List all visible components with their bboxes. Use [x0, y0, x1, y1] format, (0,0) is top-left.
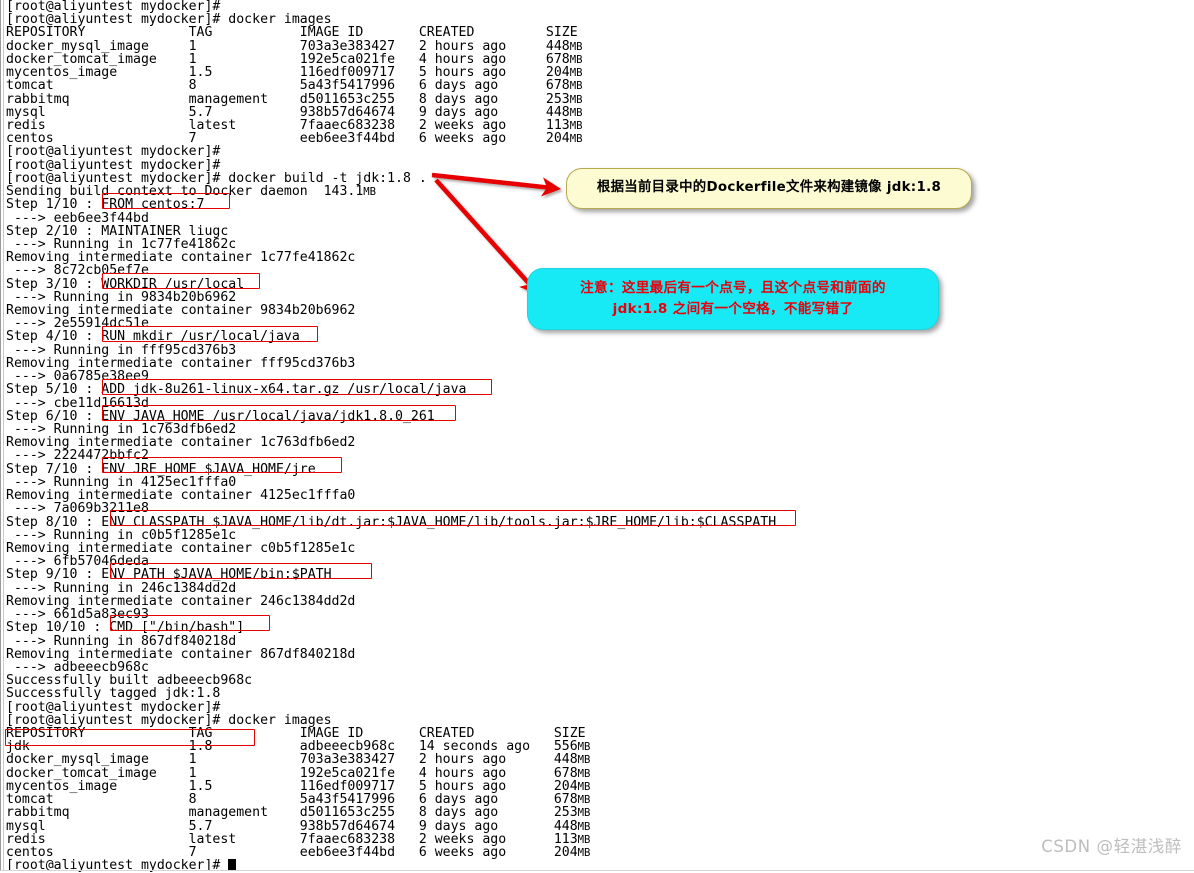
console-line: Step 9/10 : ENV PATH $JAVA_HOME/bin:$PAT… [6, 567, 332, 583]
window-left-edge [0, 0, 1, 871]
callout-dot-warning: 注意：这里最后有一个点号，且这个点号和前面的 jdk:1.8 之间有一个空格，不… [527, 268, 939, 330]
console-line: ---> Running in c0b5f1285e1c [6, 527, 237, 543]
console-line: Removing intermediate container 4125ec1f… [6, 488, 356, 504]
console-line: Step 8/10 : ENV CLASSPATH $JAVA_HOME/lib… [6, 514, 777, 530]
console-line: mysql 5.7 938b57d64674 9 days ago 448MB [6, 818, 591, 834]
console-line: Removing intermediate container fff95cd3… [6, 355, 356, 371]
console-line: docker_mysql_image 1 703a3e383427 2 hour… [6, 38, 583, 54]
console-line: Step 4/10 : RUN mkdir /usr/local/java [6, 329, 300, 345]
console-output: [root@aliyuntest mydocker]# [root@aliyunt… [6, 0, 1186, 872]
console-line: Step 2/10 : MAINTAINER liugc [6, 223, 229, 239]
console-line: Removing intermediate container 1c763dfb… [6, 435, 356, 451]
console-line: Step 10/10 : CMD ["/bin/bash"] [6, 620, 245, 636]
console-line: Step 7/10 : ENV JRE_HOME $JAVA_HOME/jre [6, 461, 316, 477]
terminal-window[interactable]: [root@aliyuntest mydocker]# [root@aliyunt… [0, 0, 1194, 872]
console-line: tomcat 8 5a43f5417996 6 days ago 678MB [6, 78, 583, 94]
console-line: ---> 2224472bbfc2 [6, 448, 149, 464]
console-line: rabbitmq management d5011653c255 8 days … [6, 91, 583, 107]
console-line: [root@aliyuntest mydocker]# [6, 144, 221, 160]
console-line: Removing intermediate container 867df840… [6, 646, 356, 662]
console-line: Step 5/10 : ADD jdk-8u261-linux-x64.tar.… [6, 382, 467, 398]
console-line: ---> Running in fff95cd376b3 [6, 342, 237, 358]
console-line: Successfully tagged jdk:1.8 [6, 686, 221, 702]
console-line: Removing intermediate container c0b5f128… [6, 540, 356, 556]
callout-build-explanation: 根据当前目录中的Dockerfile文件来构建镜像 jdk:1.8 [566, 168, 972, 209]
console-line: mysql 5.7 938b57d64674 9 days ago 448MB [6, 104, 583, 120]
console-line: Removing intermediate container 246c1384… [6, 593, 356, 609]
callout-cyan-text-line2: jdk:1.8 之间有一个空格，不能写错了 [612, 301, 854, 317]
console-line: rabbitmq management d5011653c255 8 days … [6, 805, 591, 821]
csdn-watermark: CSDN @轻湛浅醉 [1041, 837, 1182, 856]
callout-cyan-text-line1: 注意：这里最后有一个点号，且这个点号和前面的 [580, 280, 886, 296]
console-line: ---> Running in 246c1384dd2d [6, 580, 237, 596]
console-line: docker_tomcat_image 1 192e5ca021fe 4 hou… [6, 765, 591, 781]
console-line: ---> 7a069b3211e8 [6, 501, 149, 517]
text-cursor [228, 859, 237, 871]
callout-yellow-text: 根据当前目录中的Dockerfile文件来构建镜像 jdk:1.8 [596, 180, 942, 195]
console-line: [root@aliyuntest mydocker]# [6, 699, 221, 715]
console-line: ---> eeb6ee3f44bd [6, 210, 149, 226]
window-left-inner-edge [3, 0, 4, 871]
console-line: ---> cbe11d16613d [6, 395, 149, 411]
console-line: Removing intermediate container 1c77fe41… [6, 250, 356, 266]
console-line: REPOSITORY TAG IMAGE ID CREATED SIZE [6, 25, 578, 41]
console-line: ---> Running in 867df840218d [6, 633, 237, 649]
console-line: docker_mysql_image 1 703a3e383427 2 hour… [6, 752, 591, 768]
